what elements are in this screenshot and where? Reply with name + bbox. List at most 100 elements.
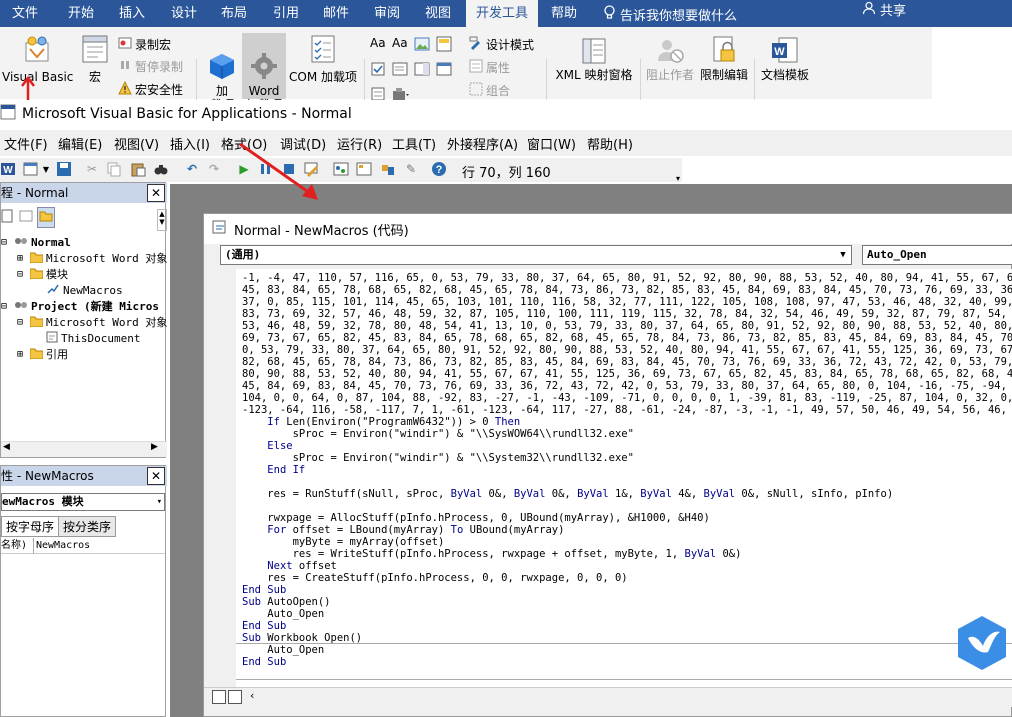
- design-mode-button[interactable]: 设计模式: [469, 36, 534, 53]
- menu-addins[interactable]: 外接程序(A): [447, 134, 518, 153]
- procedure-view-icon[interactable]: [212, 690, 226, 704]
- vbe-title: Microsoft Visual Basic for Applications …: [22, 106, 352, 122]
- object-browser-icon[interactable]: [380, 161, 396, 177]
- date-picker-control-icon[interactable]: [436, 61, 458, 80]
- undo-icon[interactable]: ↶: [184, 161, 200, 177]
- scroll-right-icon[interactable]: ▶: [151, 442, 158, 452]
- expand-icon[interactable]: ⊞: [17, 251, 27, 267]
- picture-control-icon[interactable]: [414, 36, 436, 55]
- toggle-folders-icon[interactable]: [37, 207, 55, 228]
- project-explorer-icon[interactable]: [333, 161, 349, 177]
- record-macro-button[interactable]: 录制宏: [118, 36, 171, 53]
- macro-security-button[interactable]: 宏安全性: [118, 80, 183, 98]
- word-addins-button[interactable]: Word 加载项: [242, 33, 286, 112]
- tree-item[interactable]: ⊞ Microsoft Word 对象: [1, 251, 167, 267]
- save-icon[interactable]: [56, 161, 72, 177]
- chevron-down-icon[interactable]: ▼: [38, 161, 54, 177]
- property-row[interactable]: 名称) NewMacros: [1, 538, 165, 554]
- tab-view[interactable]: 视图: [425, 0, 451, 27]
- expand-icon[interactable]: ⊞: [17, 347, 27, 363]
- collapse-icon[interactable]: ⊟: [17, 267, 27, 283]
- checkbox-control-icon[interactable]: [370, 61, 392, 80]
- tab-design[interactable]: 设计: [171, 0, 197, 27]
- restrict-editing-button[interactable]: 限制编辑: [698, 35, 750, 82]
- collapse-icon[interactable]: ⊟: [17, 315, 27, 331]
- combo-box-control-icon[interactable]: [392, 61, 414, 80]
- tab-developer[interactable]: 开发工具: [466, 0, 538, 27]
- collapse-icon[interactable]: ⊟: [1, 235, 11, 251]
- tree-item[interactable]: ThisDocument: [1, 331, 167, 347]
- group-button[interactable]: 组合: [469, 82, 510, 99]
- chevron-down-icon[interactable]: ▾: [157, 494, 162, 510]
- redo-icon[interactable]: ↷: [206, 161, 222, 177]
- menu-window[interactable]: 窗口(W): [527, 134, 576, 153]
- tab-references[interactable]: 引用: [273, 0, 299, 27]
- block-authors-button[interactable]: 阻止作者: [644, 35, 696, 82]
- close-icon[interactable]: ✕: [147, 467, 165, 485]
- collapse-icon[interactable]: ⊟: [1, 299, 11, 315]
- full-module-view-icon[interactable]: [228, 690, 242, 704]
- tab-mailings[interactable]: 邮件: [323, 0, 349, 27]
- find-icon[interactable]: [153, 161, 169, 177]
- document-template-button[interactable]: W 文档模板: [757, 35, 813, 82]
- macros-button[interactable]: 宏: [78, 33, 112, 84]
- properties-object-combo[interactable]: ewMacros 模块 ▾: [1, 493, 165, 511]
- close-icon[interactable]: ✕: [147, 184, 165, 202]
- code-editor[interactable]: -1, -4, 47, 110, 57, 116, 65, 0, 53, 79,…: [236, 269, 1012, 687]
- tab-alphabetic[interactable]: 按字母序: [1, 516, 60, 537]
- paste-icon[interactable]: [130, 161, 146, 177]
- help-icon[interactable]: ?: [431, 161, 447, 177]
- menu-help[interactable]: 帮助(H): [587, 134, 633, 153]
- folder-icon: [29, 315, 44, 332]
- view-word-icon[interactable]: W: [0, 161, 16, 177]
- copy-icon[interactable]: [106, 161, 122, 177]
- tree-item[interactable]: NewMacros: [1, 283, 167, 299]
- menu-edit[interactable]: 编辑(E): [58, 134, 102, 153]
- toolbox-icon[interactable]: ✎: [403, 161, 419, 177]
- view-code-icon[interactable]: [1, 209, 15, 226]
- object-combo[interactable]: (通用) ▼: [220, 245, 852, 265]
- tab-file[interactable]: 文件: [12, 0, 38, 27]
- properties-window-icon[interactable]: [356, 161, 372, 177]
- menu-tools[interactable]: 工具(T): [392, 134, 436, 153]
- code-window: Normal - NewMacros (代码) (通用) ▼ Auto_Open…: [203, 213, 1012, 717]
- tab-review[interactable]: 审阅: [374, 0, 400, 27]
- share-button[interactable]: 共享: [862, 0, 906, 24]
- com-addins-button[interactable]: COM 加载项: [288, 33, 358, 84]
- menu-run[interactable]: 运行(R): [337, 134, 382, 153]
- menu-insert[interactable]: 插入(I): [170, 134, 210, 153]
- tab-insert[interactable]: 插入: [119, 0, 145, 27]
- rich-text-control-icon[interactable]: Aa: [370, 36, 392, 55]
- margin-indicator-bar[interactable]: [204, 269, 236, 687]
- tab-layout[interactable]: 布局: [221, 0, 247, 27]
- project-hscroll[interactable]: ◀ ▶: [1, 441, 167, 457]
- tree-item[interactable]: ⊟ Project (新建 Micros: [1, 299, 167, 315]
- view-object-icon[interactable]: [19, 209, 33, 226]
- chevron-down-icon[interactable]: ▼: [835, 246, 851, 264]
- cut-icon[interactable]: ✂: [84, 161, 100, 177]
- tab-categorized[interactable]: 按分类序: [59, 516, 117, 537]
- vba-project-icon: [14, 299, 28, 316]
- tree-item[interactable]: ⊟ Normal: [1, 235, 167, 251]
- tab-help[interactable]: 帮助: [551, 0, 577, 27]
- tree-item[interactable]: ⊟ 模块: [1, 267, 167, 283]
- properties-button[interactable]: 属性: [469, 59, 510, 76]
- pause-recording-button[interactable]: 暂停录制: [118, 58, 183, 75]
- procedure-combo[interactable]: Auto_Open: [862, 245, 1012, 265]
- menu-view[interactable]: 视图(V): [114, 134, 159, 153]
- building-block-control-icon[interactable]: [436, 36, 458, 55]
- scroll-left-icon[interactable]: ◀: [3, 442, 10, 452]
- tell-me-box[interactable]: 告诉我你想要做什么: [603, 5, 737, 24]
- dropdown-control-icon[interactable]: [414, 61, 436, 80]
- tab-home[interactable]: 开始: [68, 0, 94, 27]
- tree-item[interactable]: ⊞ 引用: [1, 347, 167, 363]
- project-scroll[interactable]: ▲ ▼: [157, 209, 167, 231]
- vbe-app-icon: [0, 104, 16, 124]
- chevron-left-icon[interactable]: ‹: [250, 689, 254, 702]
- insert-userform-icon[interactable]: [23, 161, 39, 177]
- tree-item[interactable]: ⊟ Microsoft Word 对象: [1, 315, 167, 331]
- code-hscroll[interactable]: ‹: [204, 687, 1012, 707]
- xml-mapping-button[interactable]: XML 映射窗格: [552, 37, 636, 82]
- plain-text-control-icon[interactable]: Aa: [392, 36, 414, 55]
- menu-file[interactable]: 文件(F): [4, 134, 48, 153]
